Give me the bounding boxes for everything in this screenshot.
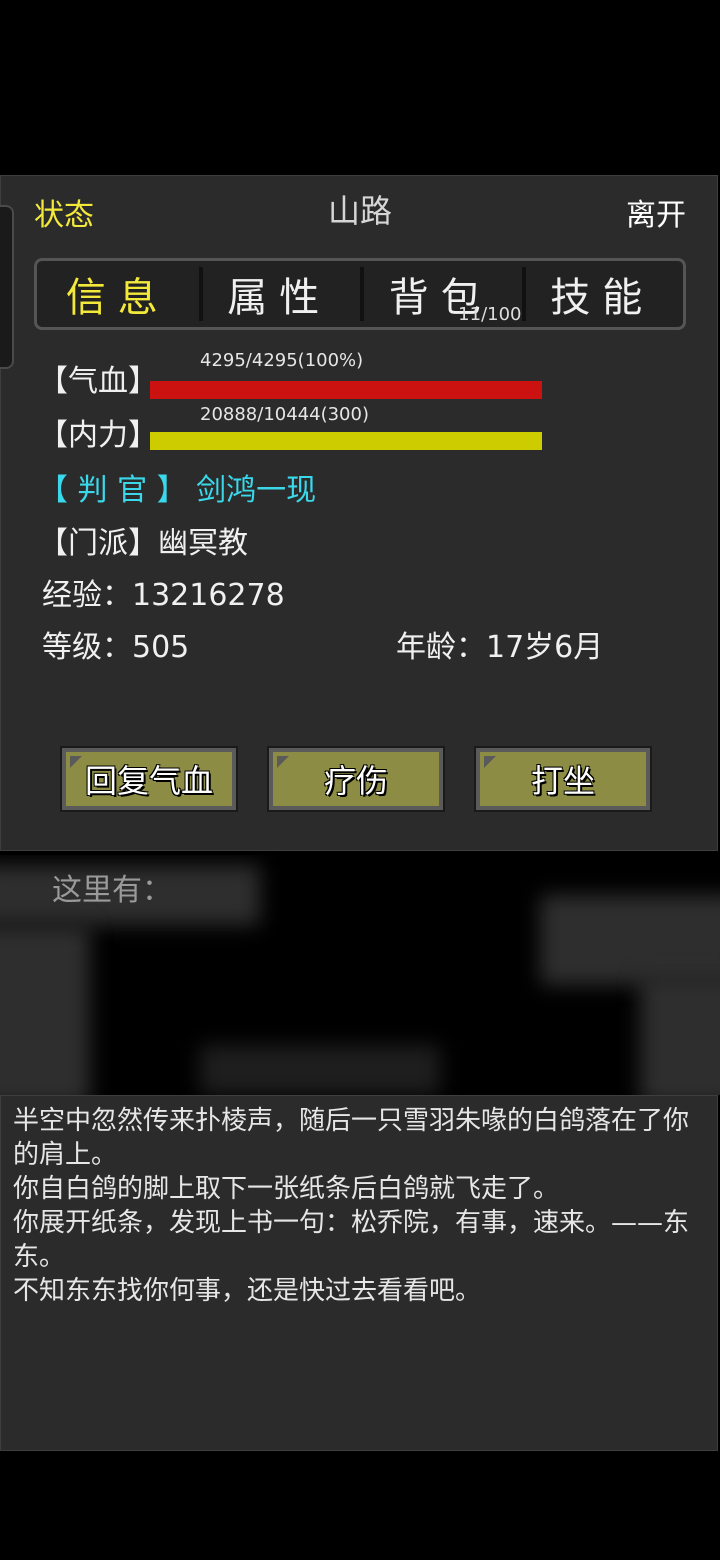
hp-value: 4295/4295(100%) [200,350,364,371]
inventory-count: 11/100 [458,304,522,325]
tab-info[interactable]: 信息 [37,261,199,327]
mp-bar [150,432,542,450]
tab-inventory[interactable]: 背包 11/100 [360,261,522,327]
fog-cloud [540,895,720,985]
mp-bar-fill [150,432,542,450]
scene-area: 这里有： [0,855,720,1095]
hp-bar [150,381,542,399]
meditate-label: 打坐 [530,762,595,800]
sect-label: 【门派】 [38,526,158,561]
title-tag: 【 判 官 】 [38,473,187,508]
character-title: 【 判 官 】 剑鸿一现 [38,465,316,509]
fog-cloud [0,925,90,1095]
age-value: 17岁6月 [486,630,604,665]
age-row: 年龄：17岁6月 [396,622,603,666]
level-label: 等级： [42,630,132,665]
level-row: 等级：505 [42,622,189,666]
heal-button[interactable]: 疗伤 [267,746,445,812]
tab-skills-label: 技能 [550,275,655,321]
tab-info-label: 信息 [65,275,170,321]
fog-cloud [200,1045,440,1095]
fog-cloud [640,975,720,1095]
level-value: 505 [132,630,190,665]
log-line: 你自白鸽的脚上取下一张纸条后白鸽就飞走了。 [13,1174,560,1204]
tab-bar: 信息 属性 背包 11/100 技能 [34,258,686,330]
sect-value: 幽冥教 [158,526,248,561]
hp-label: 【气血】 [38,364,158,399]
meditate-button[interactable]: 打坐 [474,746,652,812]
here-label: 这里有： [52,873,172,908]
title-name: 剑鸿一现 [196,473,317,508]
message-log[interactable]: 半空中忽然传来扑棱声，随后一只雪羽朱喙的白鸽落在了你的肩上。 你自白鸽的脚上取下… [0,1095,718,1451]
mp-value: 20888/10444(300) [200,404,369,425]
heal-label: 疗伤 [323,762,388,800]
log-line: 你展开纸条，发现上书一句：松乔院，有事，速来。——东东。 [13,1208,690,1272]
sect-row: 【门派】幽冥教 [38,518,248,562]
status-label[interactable]: 状态 [34,190,94,234]
exp-row: 经验：13216278 [42,570,285,614]
log-line: 不知东东找你何事，还是快过去看看吧。 [13,1276,482,1306]
log-line: 半空中忽然传来扑棱声，随后一只雪羽朱喙的白鸽落在了你的肩上。 [13,1106,690,1170]
restore-hp-button[interactable]: 回复气血 [60,746,238,812]
tab-attributes-label: 属性 [227,275,332,321]
exp-label: 经验： [42,578,132,613]
age-label: 年龄： [396,630,486,665]
side-drawer-handle[interactable] [0,205,14,369]
hp-bar-fill [150,381,542,399]
restore-hp-label: 回复气血 [84,762,213,800]
leave-button[interactable]: 离开 [626,190,686,234]
tab-attributes[interactable]: 属性 [198,261,361,327]
tab-skills[interactable]: 技能 [521,261,684,327]
mp-label: 【内力】 [38,418,158,453]
exp-value: 13216278 [132,578,285,613]
